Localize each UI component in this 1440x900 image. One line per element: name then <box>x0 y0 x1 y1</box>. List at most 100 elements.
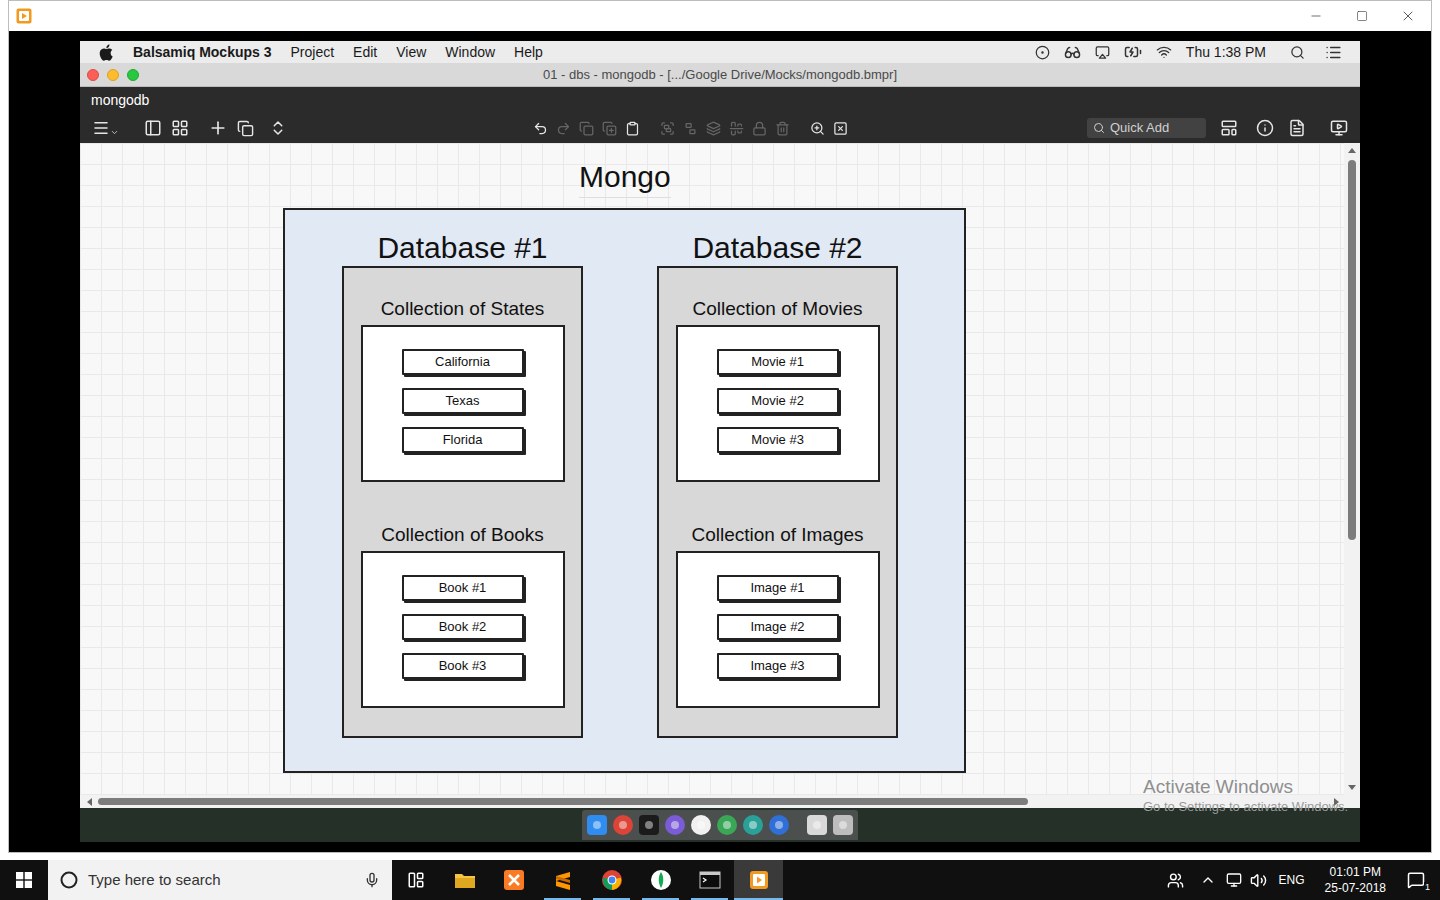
taskbar-app[interactable] <box>538 860 587 900</box>
close-box-icon[interactable] <box>833 121 848 136</box>
vertical-scroll-thumb[interactable] <box>1348 160 1356 540</box>
browser-dock-icon[interactable] <box>768 814 790 836</box>
document-item[interactable]: Book #3 <box>402 653 524 679</box>
show-hidden-icons-icon[interactable] <box>1200 872 1216 888</box>
group-icon[interactable] <box>660 121 675 136</box>
grid-view-icon[interactable] <box>171 119 189 137</box>
document-item[interactable]: Movie #1 <box>717 349 839 375</box>
finder-icon[interactable] <box>586 814 608 836</box>
taskbar-app[interactable] <box>685 860 734 900</box>
quick-add-field[interactable]: Quick Add <box>1087 118 1206 138</box>
scroll-up-icon[interactable] <box>1347 147 1357 154</box>
canvas-title[interactable]: Mongo <box>579 159 671 198</box>
menu-item[interactable]: Project <box>291 42 335 63</box>
menu-item[interactable]: Help <box>514 42 543 63</box>
document-item[interactable]: Image #2 <box>717 614 839 640</box>
document-item[interactable]: California <box>402 349 524 375</box>
clock[interactable]: 01:01 PM25-07-2018 <box>1319 864 1392 896</box>
terminal-dock-icon[interactable] <box>638 814 660 836</box>
sort-icon[interactable] <box>269 119 287 137</box>
document-item[interactable]: Texas <box>402 388 524 414</box>
info-icon[interactable] <box>1256 119 1274 137</box>
collection-title: Collection of States <box>381 297 545 321</box>
document-item[interactable]: Book #2 <box>402 614 524 640</box>
network-dock-icon[interactable] <box>742 814 764 836</box>
canvas[interactable]: Mongo Database #1Collection of StatesCali… <box>80 143 1344 795</box>
scroll-right-icon[interactable] <box>1333 797 1340 807</box>
windows-logo-icon[interactable] <box>16 872 32 888</box>
trash-dock-icon[interactable] <box>832 814 854 836</box>
presentation-icon[interactable] <box>1330 119 1348 137</box>
zoom-icon[interactable] <box>810 121 825 136</box>
ungroup-icon[interactable] <box>683 121 698 136</box>
undo-icon[interactable] <box>533 121 548 136</box>
taskbar-app[interactable] <box>587 860 636 900</box>
duplicate-icon[interactable] <box>602 121 617 136</box>
layout-icon[interactable] <box>1220 119 1238 137</box>
glasses-icon[interactable] <box>1064 44 1081 61</box>
minimize-button[interactable] <box>1293 1 1339 31</box>
people-icon[interactable] <box>1167 872 1184 889</box>
spotlight-icon[interactable] <box>1290 45 1305 60</box>
action-center-button[interactable]: 1 <box>1392 860 1440 900</box>
battery-icon[interactable] <box>1124 43 1142 61</box>
close-button[interactable] <box>1385 1 1431 31</box>
minimize-light[interactable] <box>107 69 119 81</box>
scroll-left-icon[interactable] <box>86 797 93 807</box>
menubar-clock[interactable]: Thu 1:38 PM <box>1186 42 1266 63</box>
network-icon[interactable] <box>1226 872 1242 888</box>
duplicate-mockup-icon[interactable] <box>237 120 254 137</box>
apple-logo-icon[interactable] <box>99 44 113 61</box>
document-item[interactable]: Book #1 <box>402 575 524 601</box>
copy-icon[interactable] <box>579 121 594 136</box>
task-view-button[interactable] <box>392 860 440 900</box>
app-name[interactable]: Balsamiq Mockups 3 <box>133 42 272 63</box>
document-item[interactable]: Image #1 <box>717 575 839 601</box>
document-item[interactable]: Image #3 <box>717 653 839 679</box>
editor-dock-icon[interactable] <box>664 814 686 836</box>
horizontal-scrollbar[interactable] <box>80 795 1360 808</box>
volume-icon[interactable] <box>1250 872 1267 889</box>
taskbar-app[interactable] <box>636 860 685 900</box>
emoji-dock-icon[interactable] <box>690 814 712 836</box>
mac-menubar: Balsamiq Mockups 3 Project Edit View Window H… <box>80 41 1360 63</box>
microphone-icon[interactable] <box>364 872 380 888</box>
taskbar-app[interactable] <box>440 860 489 900</box>
input-language[interactable]: ENG <box>1279 871 1305 889</box>
menu-item[interactable]: View <box>396 42 426 63</box>
cortana-icon <box>60 871 78 889</box>
horizontal-scroll-thumb[interactable] <box>98 798 1028 805</box>
airplay-icon[interactable] <box>1095 45 1110 60</box>
scroll-down-icon[interactable] <box>1347 784 1357 791</box>
notes-icon[interactable] <box>1288 119 1306 137</box>
main-menu-button[interactable] <box>92 119 119 137</box>
start-button[interactable] <box>0 860 48 900</box>
menu-item[interactable]: Edit <box>353 42 377 63</box>
taskbar-search[interactable]: Type here to search <box>48 860 392 900</box>
align-icon[interactable] <box>729 121 744 136</box>
wifi-icon[interactable] <box>1156 44 1172 60</box>
chrome-dock-icon[interactable] <box>612 814 634 836</box>
document-item[interactable]: Movie #2 <box>717 388 839 414</box>
document-item[interactable]: Florida <box>402 427 524 453</box>
panel-icon[interactable] <box>144 119 162 137</box>
add-icon[interactable] <box>208 118 228 138</box>
layers-icon[interactable] <box>706 121 721 136</box>
menu-item[interactable]: Window <box>445 42 495 63</box>
notification-center-icon[interactable] <box>1325 44 1342 61</box>
redo-icon[interactable] <box>556 121 571 136</box>
documents-dock-icon[interactable] <box>806 814 828 836</box>
taskbar-app[interactable] <box>734 860 783 900</box>
vertical-scrollbar[interactable] <box>1344 143 1360 795</box>
server-container[interactable]: Database #1Collection of StatesCaliforni… <box>283 208 966 773</box>
compass-dock-icon[interactable] <box>716 814 738 836</box>
lock-icon[interactable] <box>752 121 767 136</box>
paste-icon[interactable] <box>625 121 640 136</box>
document-item[interactable]: Movie #3 <box>717 427 839 453</box>
trash-icon[interactable] <box>775 121 790 136</box>
maximize-button[interactable] <box>1339 1 1385 31</box>
close-light[interactable] <box>87 69 99 81</box>
taskbar-app[interactable] <box>489 860 538 900</box>
record-icon[interactable] <box>1035 45 1050 60</box>
zoom-light[interactable] <box>127 69 139 81</box>
